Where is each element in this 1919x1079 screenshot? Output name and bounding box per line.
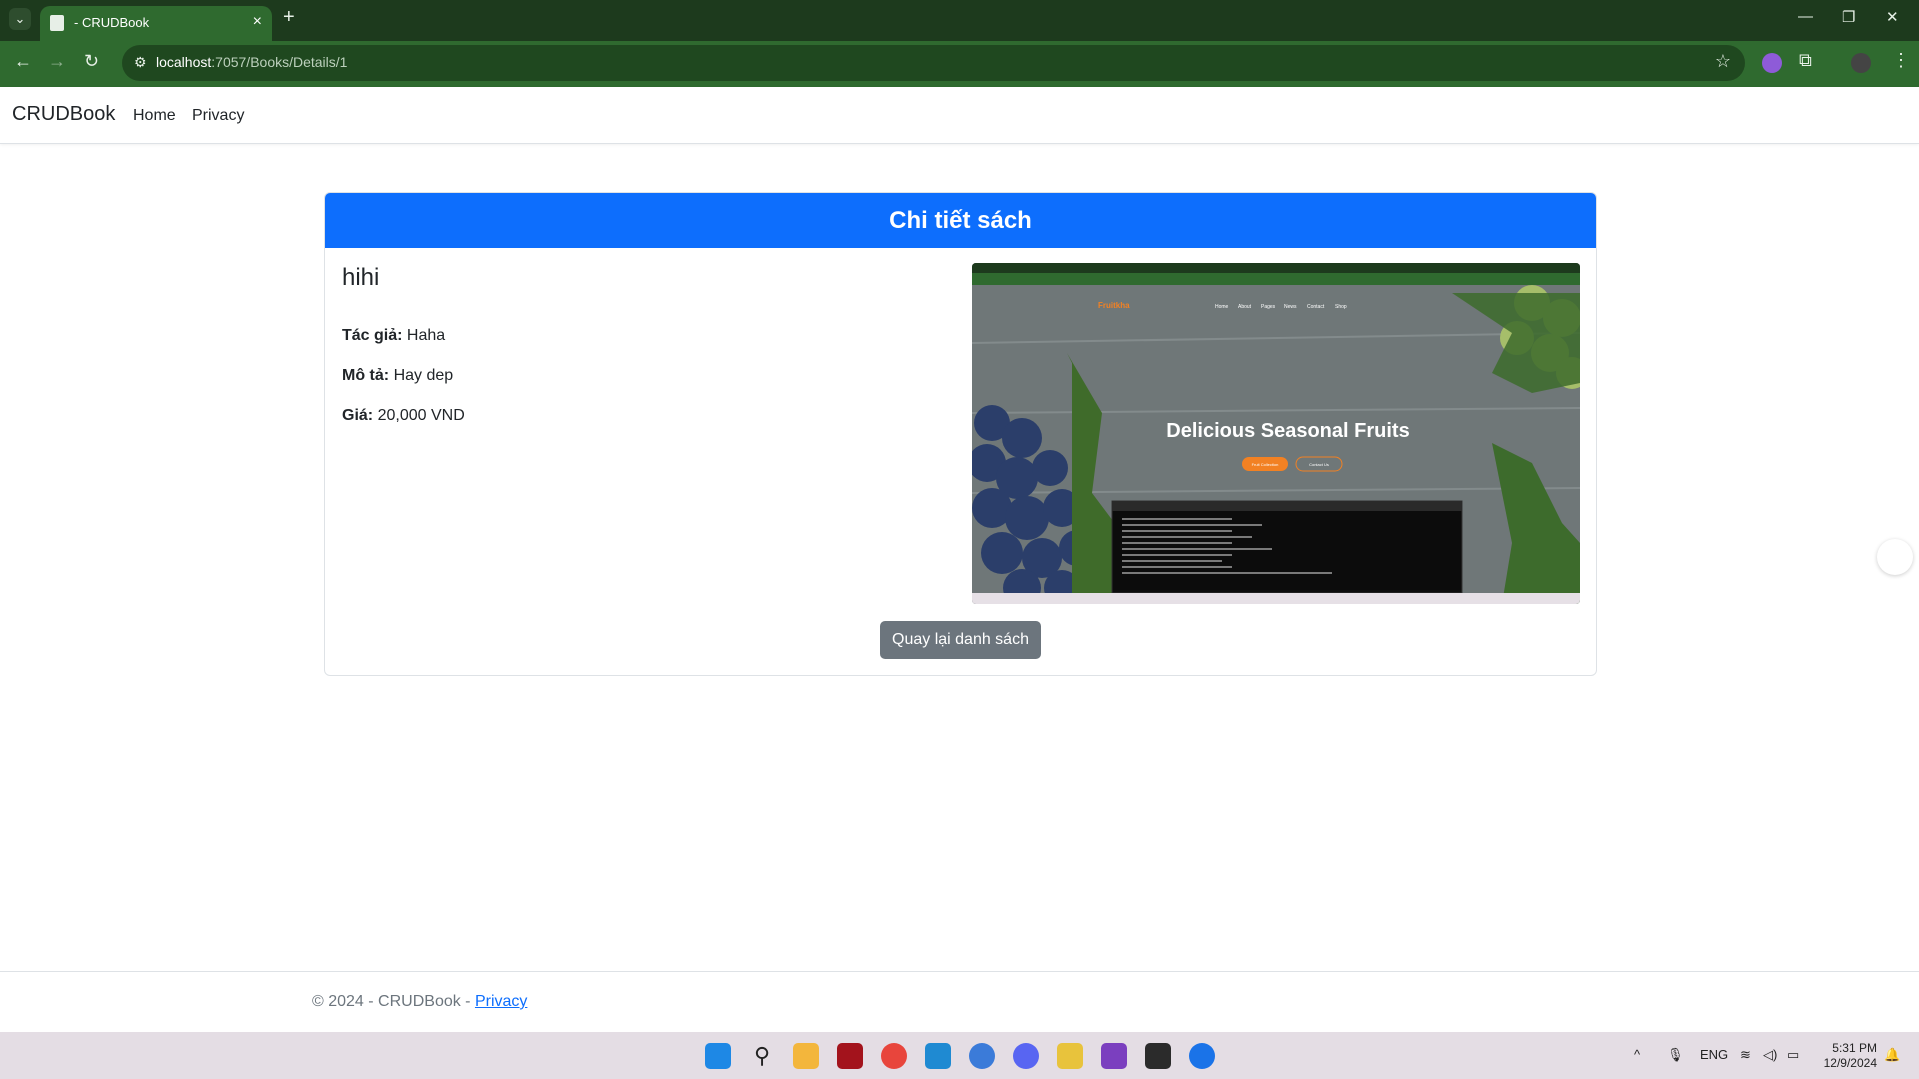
windows-start-icon[interactable]: [705, 1043, 731, 1069]
cover-logo: Fruitkha: [1098, 301, 1130, 310]
visual-studio-icon[interactable]: [1101, 1043, 1127, 1069]
book-title: hihi: [342, 264, 380, 291]
snipping-tool-icon[interactable]: [1057, 1043, 1083, 1069]
tab-close-icon[interactable]: ×: [253, 13, 262, 31]
description-field: Mô tả: Hay dep: [342, 367, 453, 385]
nav-home-link[interactable]: Home: [133, 107, 176, 125]
url-text: localhost:7057/Books/Details/1: [156, 54, 348, 70]
nav-privacy-link[interactable]: Privacy: [192, 107, 244, 125]
footer-privacy-link[interactable]: Privacy: [475, 993, 527, 1010]
tab-title: - CRUDBook: [74, 15, 150, 30]
notification-bell-icon[interactable]: 🔔: [1884, 1047, 1900, 1063]
cover-button-1: Fruit Collection: [1252, 462, 1279, 467]
price-label: Giá:: [342, 407, 374, 424]
minimize-icon[interactable]: —: [1798, 8, 1813, 25]
browser-toolbar: ← → ↻ ⚙ localhost:7057/Books/Details/1 ☆…: [0, 41, 1919, 87]
forward-arrow-icon[interactable]: →: [48, 51, 66, 72]
navbar-brand[interactable]: CRUDBook: [12, 103, 115, 126]
tray-chevron-icon[interactable]: ^: [1634, 1047, 1640, 1062]
cover-menu-item: Home: [1215, 304, 1229, 310]
price-value: 20,000 VND: [377, 407, 465, 424]
volume-icon[interactable]: ◁): [1763, 1047, 1777, 1063]
cover-menu-item: Pages: [1261, 304, 1276, 310]
back-arrow-icon[interactable]: ←: [14, 51, 32, 72]
windows-taskbar: ⚲ ^ 🎙 ENG ≋ ◁) ▭ 5:31 PM 12/9/2024 🔔: [0, 1032, 1919, 1079]
price-field: Giá: 20,000 VND: [342, 407, 465, 425]
battery-icon[interactable]: ▭: [1787, 1047, 1799, 1063]
cover-menu-item: Shop: [1335, 304, 1347, 310]
search-icon[interactable]: ⚲: [749, 1043, 775, 1069]
book-detail-card: Chi tiết sách hihi Tác giả: Haha Mô tả: …: [324, 192, 1597, 676]
bookmark-star-icon[interactable]: ☆: [1715, 51, 1731, 72]
translator-icon[interactable]: [969, 1043, 995, 1069]
new-tab-icon[interactable]: +: [283, 6, 295, 29]
cover-menu-item: About: [1238, 304, 1252, 310]
chrome-icon[interactable]: [881, 1043, 907, 1069]
cover-menu-item: Contact: [1307, 304, 1325, 310]
app-navbar: CRUDBook Home Privacy: [0, 87, 1919, 144]
address-bar[interactable]: ⚙ localhost:7057/Books/Details/1 ☆: [122, 45, 1745, 81]
back-to-list-button[interactable]: Quay lại danh sách: [880, 621, 1041, 659]
clock-date: 12/9/2024: [1823, 1056, 1877, 1070]
page-favicon-icon: [50, 15, 64, 31]
profile-avatar[interactable]: [1851, 53, 1871, 73]
zalo-icon[interactable]: [1189, 1043, 1215, 1069]
reload-icon[interactable]: ↻: [84, 51, 99, 72]
discord-icon[interactable]: [1013, 1043, 1039, 1069]
language-indicator[interactable]: ENG: [1700, 1047, 1728, 1062]
app-red-icon[interactable]: [837, 1043, 863, 1069]
card-header: Chi tiết sách: [325, 193, 1596, 248]
description-label: Mô tả:: [342, 367, 390, 384]
browser-tabstrip: ⌄ - CRUDBook × + — ❐ ✕: [0, 0, 1919, 41]
microphone-icon[interactable]: 🎙: [1667, 1047, 1684, 1063]
page-footer: © 2024 - CRUDBook - Privacy: [0, 971, 1919, 1033]
file-explorer-icon[interactable]: [793, 1043, 819, 1069]
author-label: Tác giả:: [342, 327, 403, 344]
footer-text: © 2024 - CRUDBook - Privacy: [312, 993, 528, 1010]
tab-search-icon[interactable]: ⌄: [9, 8, 31, 30]
browser-tab[interactable]: - CRUDBook ×: [40, 6, 272, 41]
clock-time: 5:31 PM: [1832, 1041, 1877, 1055]
vscode-icon[interactable]: [925, 1043, 951, 1069]
wifi-icon[interactable]: ≋: [1740, 1047, 1751, 1063]
author-field: Tác giả: Haha: [342, 327, 445, 345]
cover-headline: Delicious Seasonal Fruits: [1166, 420, 1409, 442]
cover-button-2: Contact Us: [1309, 462, 1329, 467]
window-close-icon[interactable]: ✕: [1886, 8, 1899, 26]
cover-menu-item: News: [1284, 304, 1297, 310]
author-value: Haha: [406, 327, 446, 344]
extensions-puzzle-icon[interactable]: ⧉: [1799, 50, 1812, 71]
site-info-icon[interactable]: ⚙: [134, 54, 147, 71]
description-value: Hay dep: [393, 367, 454, 384]
gemini-extension-icon[interactable]: [1762, 53, 1782, 73]
browser-menu-icon[interactable]: ⋮: [1892, 50, 1910, 71]
book-cover-image: Fruitkha Home About Pages News Contact S…: [972, 263, 1580, 604]
restore-icon[interactable]: ❐: [1842, 8, 1855, 26]
sparkle-assistant-icon[interactable]: [1877, 539, 1913, 575]
terminal-icon[interactable]: [1145, 1043, 1171, 1069]
taskbar-clock[interactable]: 5:31 PM 12/9/2024: [1824, 1041, 1877, 1071]
